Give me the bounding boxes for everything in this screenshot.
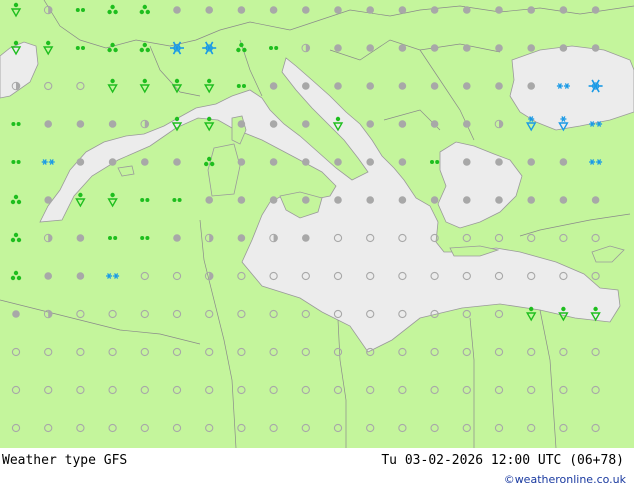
map-title-label: Weather type GFS: [2, 453, 128, 468]
no-weather-dot-icon: [463, 120, 471, 128]
no-weather-dot-icon: [527, 44, 535, 52]
no-weather-dot-icon: [141, 158, 149, 166]
no-weather-dot-icon: [495, 6, 503, 14]
no-weather-dot-icon: [173, 158, 181, 166]
no-weather-dot-icon: [205, 196, 213, 204]
no-weather-dot-icon: [302, 82, 310, 90]
no-weather-dot-icon: [430, 120, 439, 128]
no-weather-dot-icon: [108, 120, 117, 128]
no-weather-dot-icon: [559, 158, 568, 166]
no-weather-dot-icon: [237, 158, 246, 166]
no-weather-dot-icon: [527, 82, 535, 90]
no-weather-dot-icon: [366, 44, 375, 52]
no-weather-dot-icon: [334, 44, 342, 52]
no-weather-dot-icon: [237, 234, 246, 242]
no-weather-dot-icon: [559, 44, 568, 52]
no-weather-dot-icon: [366, 120, 375, 128]
no-weather-dot-icon: [237, 196, 246, 204]
no-weather-dot-icon: [591, 196, 600, 204]
no-weather-dot-icon: [76, 272, 85, 280]
no-weather-dot-icon: [559, 196, 568, 204]
no-weather-dot-icon: [463, 158, 471, 166]
no-weather-dot-icon: [559, 6, 568, 14]
no-weather-dot-icon: [398, 82, 407, 90]
no-weather-dot-icon: [463, 196, 471, 204]
no-weather-dot-icon: [76, 234, 85, 242]
no-weather-dot-icon: [334, 6, 342, 14]
weather-map-page: Weather type GFS Tu 03-02-2026 12:00 UTC…: [0, 0, 634, 490]
no-weather-dot-icon: [269, 196, 278, 204]
no-weather-dot-icon: [173, 6, 181, 14]
no-weather-dot-icon: [302, 234, 310, 242]
no-weather-dot-icon: [527, 196, 535, 204]
no-weather-dot-icon: [269, 120, 278, 128]
no-weather-dot-icon: [334, 196, 342, 204]
no-weather-dot-icon: [12, 310, 20, 318]
no-weather-dot-icon: [366, 196, 375, 204]
no-weather-dot-icon: [237, 120, 246, 128]
no-weather-dot-icon: [398, 6, 407, 14]
no-weather-dot-icon: [463, 6, 471, 14]
no-weather-dot-icon: [430, 82, 439, 90]
no-weather-dot-icon: [76, 158, 85, 166]
no-weather-dot-icon: [398, 44, 407, 52]
no-weather-dot-icon: [398, 196, 407, 204]
no-weather-dot-icon: [527, 158, 535, 166]
no-weather-dot-icon: [237, 6, 246, 14]
no-weather-dot-icon: [495, 44, 503, 52]
no-weather-dot-icon: [430, 44, 439, 52]
island-sardinia: [207, 143, 241, 197]
no-weather-dot-icon: [334, 82, 342, 90]
credit-link[interactable]: ©weatheronline.co.uk: [504, 473, 626, 486]
no-weather-dot-icon: [495, 158, 503, 166]
no-weather-dot-icon: [44, 120, 52, 128]
no-weather-dot-icon: [591, 6, 600, 14]
no-weather-dot-icon: [463, 44, 471, 52]
no-weather-dot-icon: [398, 158, 407, 166]
no-weather-dot-icon: [173, 234, 181, 242]
no-weather-dot-icon: [463, 82, 471, 90]
weather-type-map: [0, 0, 634, 448]
no-weather-dot-icon: [366, 6, 375, 14]
no-weather-dot-icon: [302, 6, 310, 14]
forecast-time-label: Tu 03-02-2026 12:00 UTC (06+78): [381, 453, 624, 468]
no-weather-dot-icon: [302, 196, 310, 204]
no-weather-dot-icon: [366, 158, 375, 166]
no-weather-dot-icon: [269, 82, 278, 90]
no-weather-dot-icon: [334, 158, 342, 166]
no-weather-dot-icon: [269, 158, 278, 166]
no-weather-dot-icon: [302, 120, 310, 128]
no-weather-dot-icon: [495, 196, 503, 204]
no-weather-dot-icon: [302, 158, 310, 166]
no-weather-dot-icon: [44, 272, 52, 280]
no-weather-dot-icon: [269, 6, 278, 14]
no-weather-dot-icon: [591, 44, 600, 52]
no-weather-dot-icon: [527, 6, 535, 14]
no-weather-dot-icon: [495, 82, 503, 90]
no-weather-dot-icon: [366, 82, 375, 90]
no-weather-dot-icon: [44, 196, 52, 204]
no-weather-dot-icon: [205, 6, 213, 14]
no-weather-dot-icon: [108, 158, 117, 166]
no-weather-dot-icon: [430, 196, 439, 204]
no-weather-dot-icon: [398, 120, 407, 128]
no-weather-dot-icon: [76, 120, 85, 128]
no-weather-dot-icon: [430, 6, 439, 14]
